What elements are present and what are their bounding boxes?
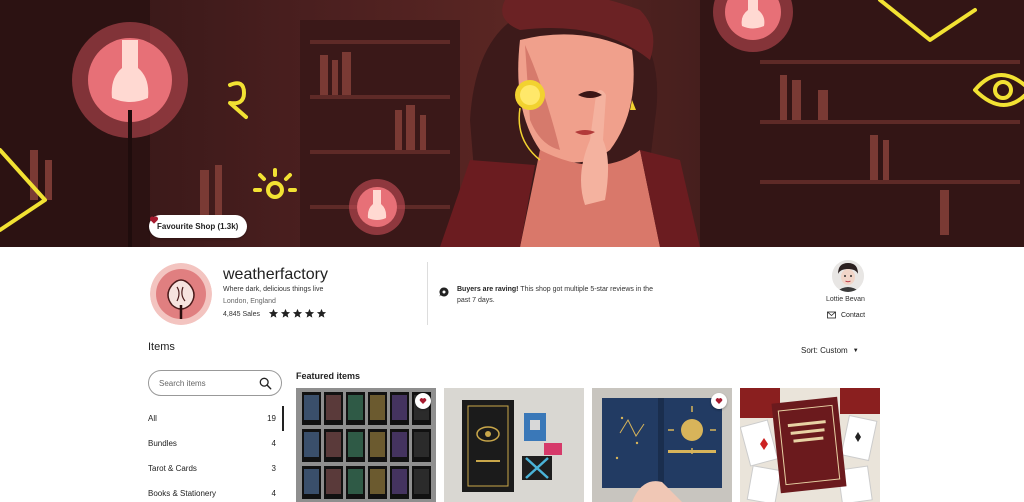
shop-name[interactable]: weatherfactory bbox=[223, 266, 328, 284]
category-item-books-stationery[interactable]: Books & Stationery 4 bbox=[148, 481, 284, 502]
notice-bold: Buyers are raving! bbox=[457, 286, 519, 293]
shop-rating-stars[interactable] bbox=[268, 308, 327, 319]
star-icon bbox=[292, 308, 303, 318]
contact-button[interactable]: Contact bbox=[827, 311, 865, 319]
banner-illustration bbox=[0, 0, 1024, 247]
shop-banner: Favourite Shop (1.3k) bbox=[0, 0, 1024, 247]
items-heading: Items bbox=[148, 341, 175, 353]
featured-item-card[interactable] bbox=[740, 388, 880, 502]
product-image bbox=[592, 388, 732, 502]
heart-icon bbox=[715, 398, 723, 404]
featured-item-card[interactable] bbox=[592, 388, 732, 502]
star-icon bbox=[268, 308, 279, 318]
product-image bbox=[444, 388, 584, 502]
category-item-all[interactable]: All 19 bbox=[148, 406, 284, 431]
chat-icon bbox=[439, 287, 449, 297]
category-item-bundles[interactable]: Bundles 4 bbox=[148, 431, 284, 456]
favourite-item-button[interactable] bbox=[711, 393, 727, 409]
category-count: 3 bbox=[271, 464, 276, 473]
category-item-tarot-cards[interactable]: Tarot & Cards 3 bbox=[148, 456, 284, 481]
buyers-raving-notice: Buyers are raving! This shop got multipl… bbox=[457, 284, 657, 306]
caret-down-icon: ▼ bbox=[852, 347, 859, 354]
mail-icon bbox=[827, 311, 836, 319]
search-input[interactable] bbox=[159, 378, 254, 388]
contact-label: Contact bbox=[841, 311, 866, 319]
owner-avatar[interactable] bbox=[832, 260, 864, 292]
header-divider bbox=[427, 262, 428, 325]
star-icon bbox=[316, 308, 327, 318]
category-count: 4 bbox=[271, 489, 276, 498]
shop-logo bbox=[150, 263, 212, 325]
category-label: Bundles bbox=[148, 439, 177, 448]
shop-location: London, England bbox=[223, 298, 276, 305]
search-icon[interactable] bbox=[259, 377, 272, 390]
category-count: 4 bbox=[271, 439, 276, 448]
favourite-item-button[interactable] bbox=[415, 393, 431, 409]
product-image bbox=[740, 388, 880, 502]
shop-sales-count[interactable]: 4,845 Sales bbox=[223, 311, 260, 318]
favourite-shop-button[interactable]: Favourite Shop (1.3k) bbox=[149, 215, 248, 238]
category-label: Tarot & Cards bbox=[148, 464, 197, 473]
search-items-box[interactable] bbox=[148, 370, 282, 396]
category-list: All 19 Bundles 4 Tarot & Cards 3 Books &… bbox=[148, 406, 284, 502]
owner-name[interactable]: Lottie Bevan bbox=[826, 296, 865, 303]
heart-icon bbox=[149, 216, 159, 224]
product-image bbox=[296, 388, 436, 502]
featured-item-card[interactable] bbox=[296, 388, 436, 502]
featured-items-heading: Featured items bbox=[296, 371, 361, 381]
heart-icon bbox=[419, 398, 427, 404]
sort-dropdown[interactable]: Sort: Custom ▼ bbox=[801, 346, 859, 355]
star-icon bbox=[280, 308, 291, 318]
category-label: Books & Stationery bbox=[148, 489, 217, 498]
category-label: All bbox=[148, 414, 157, 423]
shop-tagline: Where dark, delicious things live bbox=[223, 286, 324, 293]
category-count: 19 bbox=[267, 414, 276, 423]
star-icon bbox=[304, 308, 315, 318]
featured-item-card[interactable] bbox=[444, 388, 584, 502]
favourite-shop-label: Favourite Shop (1.3k) bbox=[157, 222, 239, 231]
sort-label: Sort: Custom bbox=[801, 346, 848, 355]
